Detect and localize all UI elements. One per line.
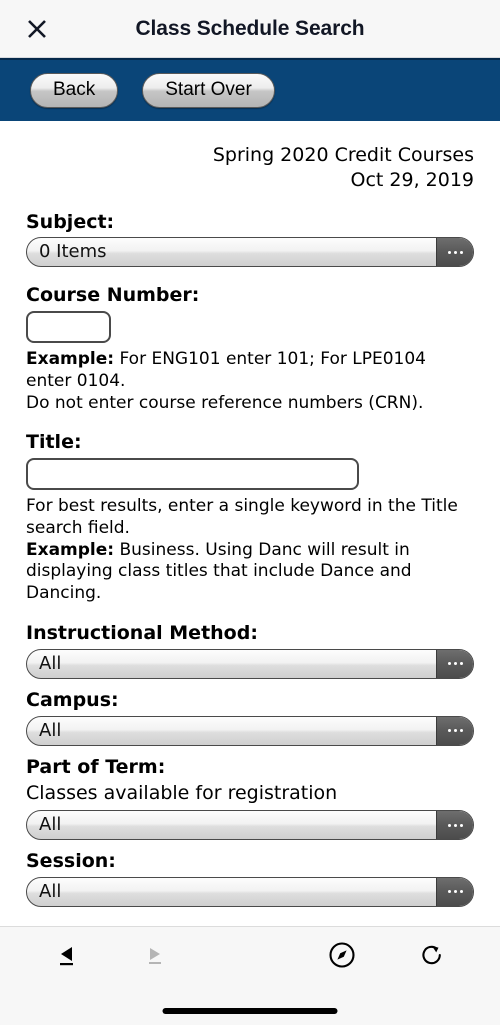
back-arrow-icon (55, 942, 81, 972)
browser-reload-button[interactable] (404, 934, 460, 980)
subject-value: 0 Items (39, 243, 107, 262)
start-over-button[interactable]: Start Over (142, 72, 275, 109)
course-number-help-line2: Do not enter course reference numbers (C… (26, 392, 424, 413)
title-label: Title: (26, 431, 82, 454)
home-indicator (162, 1008, 338, 1014)
compass-icon (327, 940, 357, 974)
part-of-term-label: Part of Term: (26, 755, 166, 778)
title-input[interactable] (26, 458, 359, 491)
title-help-example: Example: Business. Using Danc will resul… (26, 540, 474, 605)
close-button[interactable] (24, 16, 50, 42)
course-number-help: Example: For ENG101 enter 101; For LPE01… (26, 349, 474, 393)
subject-select[interactable]: 0 Items (26, 237, 474, 268)
session-label: Session: (26, 850, 116, 873)
instructional-method-label: Instructional Method: (26, 621, 258, 644)
close-icon (25, 17, 49, 41)
part-of-term-ellipsis-icon[interactable] (436, 811, 473, 840)
session-ellipsis-icon[interactable] (436, 877, 473, 906)
browser-toolbar-icons (0, 927, 500, 987)
campus-select[interactable]: All (26, 715, 474, 746)
navigation-bar: Back Start Over (0, 58, 500, 121)
course-number-input[interactable] (26, 311, 111, 344)
course-number-help-bold: Example: (26, 349, 115, 370)
browser-forward-button[interactable] (126, 934, 182, 980)
part-of-term-value: All (39, 816, 62, 835)
campus-label: Campus: (26, 688, 119, 711)
search-form: Spring 2020 Credit Courses Oct 29, 2019 … (0, 121, 500, 916)
part-of-term-select[interactable]: All (26, 810, 474, 841)
modal-header: Class Schedule Search (0, 0, 500, 58)
part-of-term-sublabel: Classes available for registration (26, 782, 338, 805)
page-title: Class Schedule Search (135, 16, 365, 40)
session-value: All (39, 882, 62, 901)
title-help-bold: Example: (26, 539, 115, 560)
subject-ellipsis-icon[interactable] (436, 238, 473, 267)
term-title: Spring 2020 Credit Courses (212, 144, 474, 166)
course-number-label: Course Number: (26, 284, 200, 307)
browser-back-button[interactable] (40, 934, 96, 980)
term-date: Oct 29, 2019 (350, 169, 475, 192)
instructional-method-value: All (39, 654, 62, 673)
session-select[interactable]: All (26, 876, 474, 907)
back-button[interactable]: Back (30, 72, 119, 109)
campus-ellipsis-icon[interactable] (436, 716, 473, 745)
instructional-method-select[interactable]: All (26, 648, 474, 679)
title-help-line1: For best results, enter a single keyword… (26, 496, 458, 538)
reload-icon (417, 940, 447, 974)
forward-arrow-icon (141, 942, 167, 972)
browser-toolbar (0, 926, 500, 1025)
instructional-method-ellipsis-icon[interactable] (436, 649, 473, 678)
campus-value: All (39, 721, 62, 740)
term-info: Spring 2020 Credit Courses Oct 29, 2019 (26, 121, 474, 194)
browser-compass-button[interactable] (314, 934, 370, 980)
subject-label: Subject: (26, 210, 115, 233)
